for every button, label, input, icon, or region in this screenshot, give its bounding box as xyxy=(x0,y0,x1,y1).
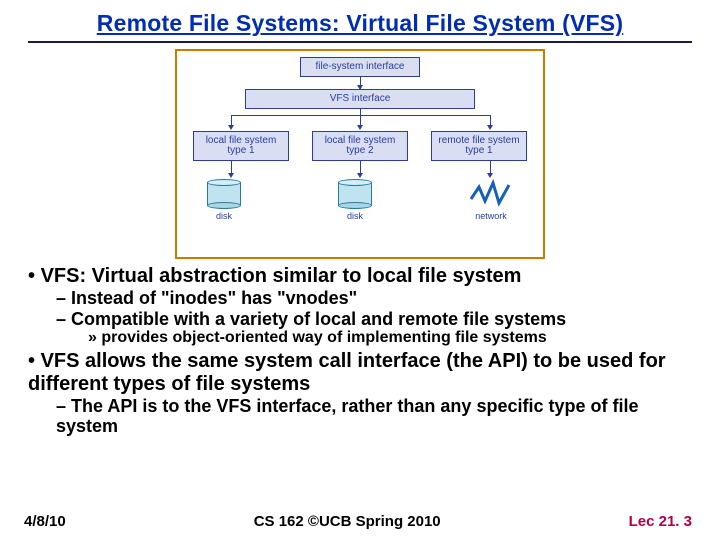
diagram-row-top: file-system interface xyxy=(185,57,535,77)
bullet-l3-1: provides object-oriented way of implemen… xyxy=(88,329,692,347)
bullet-l2-2: Compatible with a variety of local and r… xyxy=(56,309,692,330)
connector-bottom xyxy=(185,161,535,179)
bullet-content: VFS: Virtual abstraction similar to loca… xyxy=(28,265,692,437)
disk-icon xyxy=(338,179,372,209)
connector-fan xyxy=(185,109,535,131)
diagram-row-leaf: local file system type 1 local file syst… xyxy=(185,131,535,161)
diagram-row-mid: VFS interface xyxy=(185,89,535,109)
network-label: network xyxy=(469,211,513,221)
vfs-diagram: file-system interface VFS interface loca… xyxy=(175,49,545,259)
box-fs-interface: file-system interface xyxy=(300,57,420,77)
disk-label-1: disk xyxy=(207,211,241,221)
footer-lecture: Lec 21. 3 xyxy=(629,513,692,530)
box-vfs-interface: VFS interface xyxy=(245,89,475,109)
slide-title: Remote File Systems: Virtual File System… xyxy=(28,10,692,37)
bullet-l1-1: VFS: Virtual abstraction similar to loca… xyxy=(28,265,692,288)
box-local-fs-1: local file system type 1 xyxy=(193,131,289,161)
disk-label-2: disk xyxy=(338,211,372,221)
disk-2: disk xyxy=(338,179,372,221)
footer-course: CS 162 ©UCB Spring 2010 xyxy=(254,513,441,530)
box-remote-fs-1: remote file system type 1 xyxy=(431,131,527,161)
footer: 4/8/10 CS 162 ©UCB Spring 2010 Lec 21. 3 xyxy=(24,513,692,530)
box-local-fs-2: local file system type 2 xyxy=(312,131,408,161)
network-icon xyxy=(469,179,513,209)
disk-1: disk xyxy=(207,179,241,221)
footer-date: 4/8/10 xyxy=(24,513,66,530)
disk-icon xyxy=(207,179,241,209)
bullet-l1-2: VFS allows the same system call interfac… xyxy=(28,350,692,396)
network-node: network xyxy=(469,179,513,221)
connector-1 xyxy=(185,77,535,89)
diagram-row-storage: disk disk network xyxy=(185,179,535,221)
bullet-l2-1: Instead of "inodes" has "vnodes" xyxy=(56,288,692,309)
title-underline xyxy=(28,41,692,43)
bullet-l2-3: The API is to the VFS interface, rather … xyxy=(56,396,692,437)
slide: Remote File Systems: Virtual File System… xyxy=(0,0,720,540)
